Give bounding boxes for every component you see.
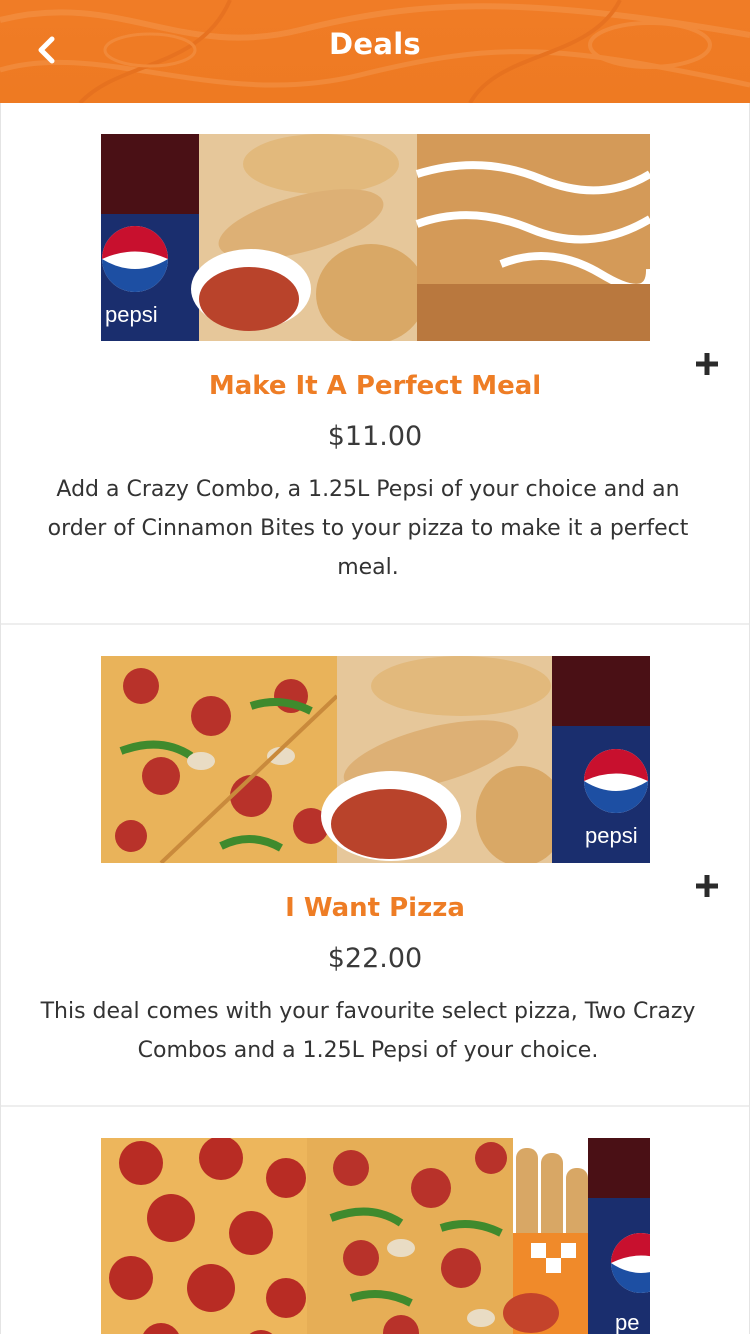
deal-description: Add a Crazy Combo, a 1.25L Pepsi of your…	[47, 477, 689, 580]
deal-image: pe	[101, 1138, 650, 1334]
deal-image: pepsi	[101, 656, 650, 863]
nav-header: Deals	[0, 0, 750, 103]
deal-photo: pepsi	[101, 656, 650, 863]
deal-image: pepsi	[101, 134, 650, 341]
deal-photo: pe	[101, 1138, 650, 1334]
deal-description: This deal comes with your favourite sele…	[40, 999, 696, 1063]
deal-card[interactable]: pepsi Make It A Perfect Meal $11.00 Add …	[1, 103, 749, 625]
deals-list[interactable]: pepsi Make It A Perfect Meal $11.00 Add …	[0, 103, 750, 1334]
deal-price: $11.00	[327, 421, 423, 452]
pepsi-logo-text: pe	[615, 1310, 639, 1334]
deal-title: I Want Pizza	[285, 893, 465, 923]
page-title: Deals	[328, 27, 421, 61]
deal-title: Make It A Perfect Meal	[208, 371, 542, 401]
deal-photo: pepsi	[101, 134, 650, 341]
deal-card[interactable]: pe	[1, 1107, 749, 1334]
pepsi-logo-text: pepsi	[105, 302, 158, 327]
deal-card[interactable]: pepsi I Want Pizza $22.00 This deal come…	[1, 625, 749, 1107]
deal-price: $22.00	[327, 943, 423, 974]
pepsi-logo-text: pepsi	[585, 823, 638, 848]
